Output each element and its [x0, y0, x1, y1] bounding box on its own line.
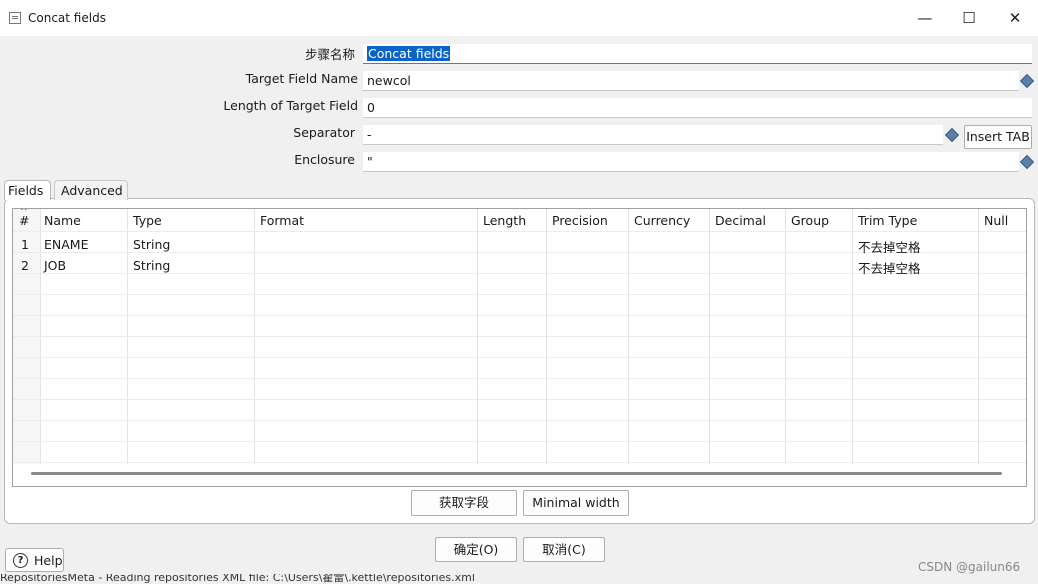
column-header-trim-type[interactable]: Trim Type	[854, 209, 917, 231]
column-header-decimal[interactable]: Decimal	[711, 209, 766, 231]
minimize-button[interactable]: —	[910, 8, 940, 28]
column-header-precision[interactable]: Precision	[548, 209, 608, 231]
enclosure-label: Enclosure	[294, 152, 355, 167]
sort-caret-icon: ^	[20, 208, 28, 217]
column-header-currency[interactable]: Currency	[630, 209, 690, 231]
length-input[interactable]: 0	[363, 98, 1032, 118]
get-fields-button[interactable]: 获取字段	[411, 490, 517, 516]
tab-advanced[interactable]: Advanced	[54, 180, 128, 200]
help-button[interactable]: ? Help	[5, 548, 64, 572]
field-type-cell[interactable]: String	[129, 258, 170, 273]
step-name-input[interactable]: Concat fields	[363, 44, 1032, 64]
target-field-input[interactable]: newcol	[363, 71, 1019, 91]
enclosure-input[interactable]: "	[363, 152, 1019, 172]
cancel-button[interactable]: 取消(C)	[523, 537, 605, 562]
column-header-group[interactable]: Group	[787, 209, 829, 231]
window-icon	[9, 12, 21, 24]
row-number: 2	[21, 258, 29, 273]
insert-tab-button[interactable]: Insert TAB	[964, 125, 1032, 149]
horizontal-scrollbar[interactable]	[31, 472, 1002, 475]
row-number: 1	[21, 237, 29, 252]
column-header-null[interactable]: Null	[980, 209, 1008, 231]
maximize-button[interactable]: ☐	[954, 8, 984, 28]
target-field-label: Target Field Name	[245, 71, 358, 86]
ok-button[interactable]: 确定(O)	[435, 537, 517, 562]
field-type-cell[interactable]: String	[129, 237, 170, 252]
minimal-width-button[interactable]: Minimal width	[523, 490, 629, 516]
window-title: Concat fields	[28, 11, 106, 25]
column-header-type[interactable]: Type	[129, 209, 162, 231]
column-header-length[interactable]: Length	[479, 209, 526, 231]
separator-label: Separator	[293, 125, 355, 140]
close-button[interactable]: ✕	[1000, 8, 1030, 28]
tab-fields[interactable]: Fields	[4, 180, 51, 200]
length-label: Length of Target Field	[223, 98, 358, 113]
watermark: CSDN @gailun66	[918, 560, 1021, 574]
title-bar: Concat fields — ☐ ✕	[0, 0, 1038, 36]
background-log-text: RepositoriesMeta - Reading repositories …	[0, 574, 475, 584]
separator-input[interactable]: -	[363, 125, 943, 145]
step-name-value: Concat fields	[367, 46, 451, 61]
help-label: Help	[34, 553, 63, 568]
field-name-cell[interactable]: JOB	[40, 258, 66, 273]
column-header-name[interactable]: Name	[40, 209, 81, 231]
fields-table[interactable]: # ^ Name Type Format Length Precision Cu…	[12, 208, 1027, 487]
step-name-label: 步骤名称	[304, 47, 355, 62]
trim-type-cell[interactable]: 不去掉空格	[854, 237, 921, 256]
help-icon: ?	[13, 553, 28, 568]
column-header-format[interactable]: Format	[256, 209, 304, 231]
field-name-cell[interactable]: ENAME	[40, 237, 88, 252]
trim-type-cell[interactable]: 不去掉空格	[854, 258, 921, 277]
